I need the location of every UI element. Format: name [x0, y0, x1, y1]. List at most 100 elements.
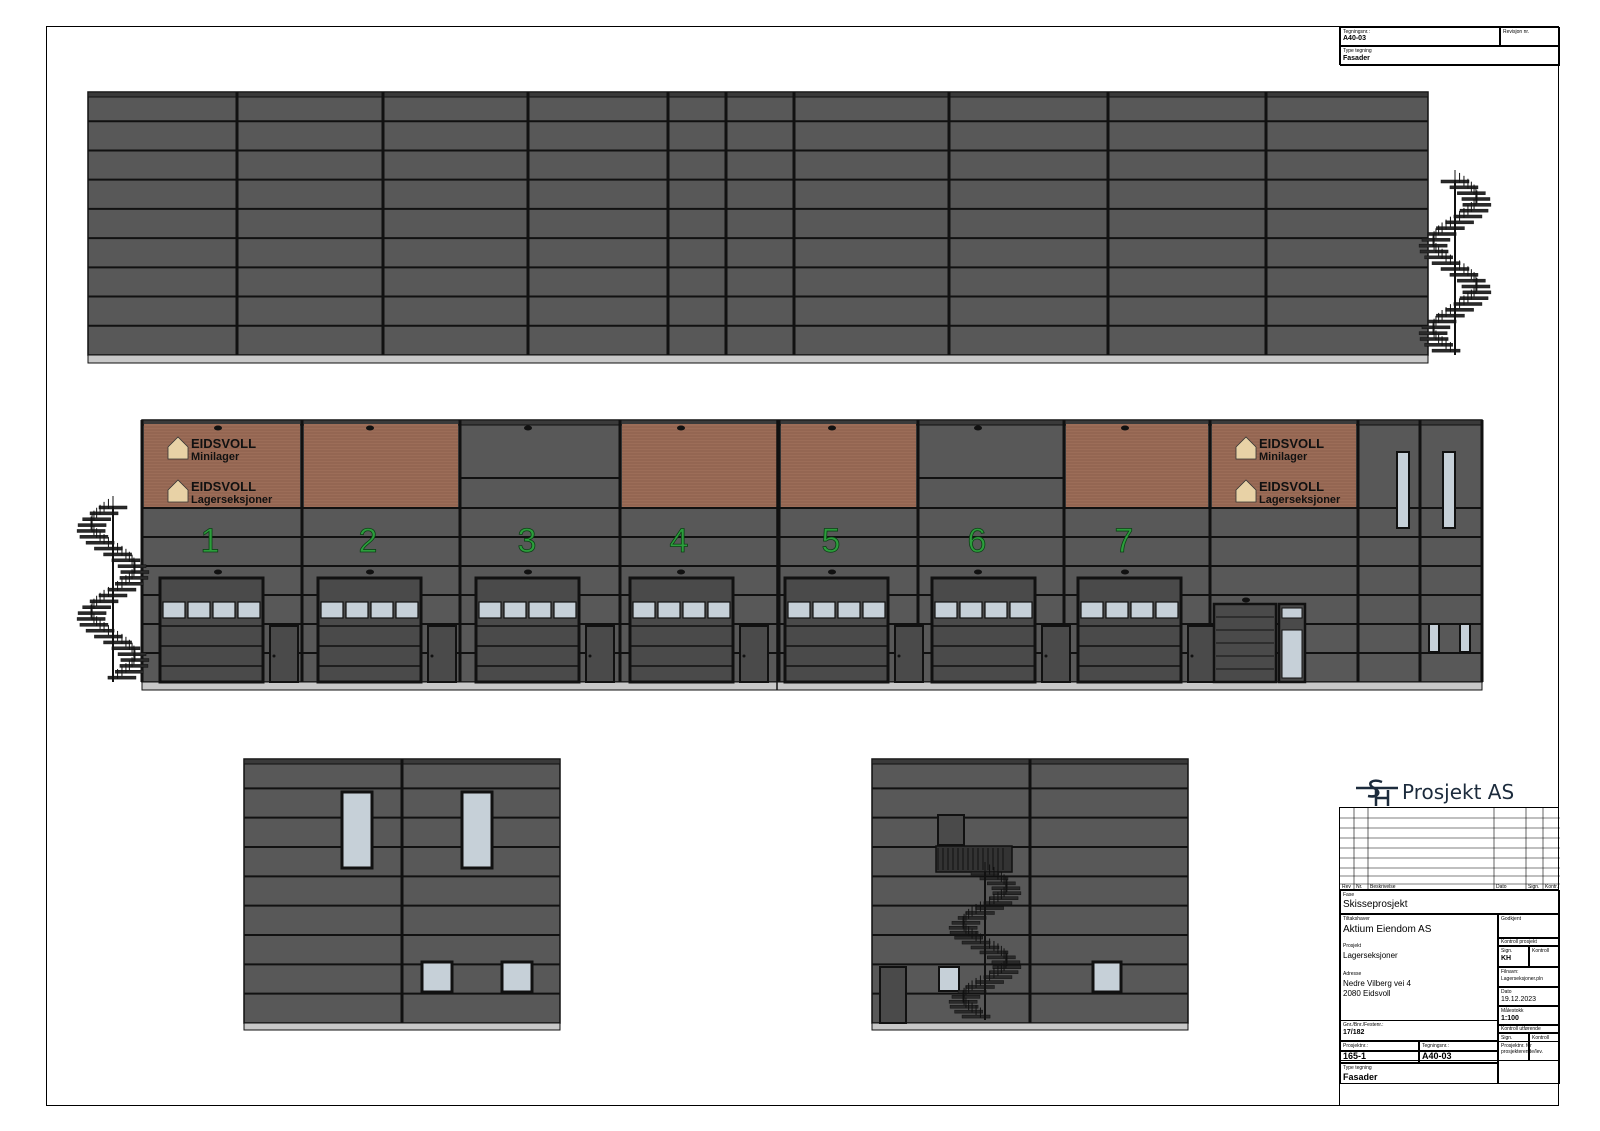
drawing-type-cell: Type tegning Fasader [1340, 46, 1560, 66]
revision-table: Rev Nr. Beskrivelse Dato Sign. Kontr. [1339, 807, 1560, 891]
stair-step [1427, 319, 1457, 324]
address-line1: Nedre Vilberg vei 4 [1343, 979, 1411, 988]
lamp-icon [974, 425, 982, 431]
stair-step [111, 646, 141, 651]
filename-cell: Filnavn: Lagerseksjoner.pln [1498, 967, 1560, 987]
stair-step [957, 916, 987, 920]
logo-mark-icon [1356, 779, 1398, 806]
stair-step [85, 628, 115, 633]
stair-step [119, 664, 149, 668]
facade-top-roofline [87, 91, 1429, 98]
door-window [162, 601, 186, 619]
side-door [894, 625, 924, 683]
door-handle-icon [1044, 654, 1048, 658]
stair-step [1424, 343, 1453, 347]
stair-step [1462, 290, 1492, 295]
door-window [812, 601, 836, 619]
door-window [503, 601, 527, 619]
door-window [707, 601, 731, 619]
stair-step [954, 935, 983, 940]
spiral-staircase [76, 496, 150, 682]
door-window [1281, 629, 1303, 679]
facade-front: 1 2 3 4 5 6 7EIDSVOLLMinilagerEIDSVOLLLagersek… [76, 419, 1484, 691]
sign-brand: EIDSVOLL [1259, 436, 1324, 451]
door-window [657, 601, 681, 619]
side-door [269, 625, 299, 683]
stair-step [1424, 255, 1453, 260]
stair-step [76, 529, 106, 533]
approved-cell: Godkjent [1498, 914, 1560, 938]
stair-step [115, 582, 144, 586]
approved-label: Godkjent [1501, 916, 1522, 922]
small-window [1428, 623, 1440, 653]
logo-text: Prosjekt AS [1402, 780, 1515, 804]
stair-step [1462, 203, 1492, 207]
projnr-note-label: Prosjektnr. for prosjekterende/lev. [1501, 1043, 1543, 1055]
side-door [1041, 625, 1071, 683]
door-window [959, 601, 983, 619]
stair-step [1445, 220, 1474, 225]
phase: Skisseprosjekt [1343, 899, 1408, 910]
scale-cell: Målestokk 1:100 [1498, 1006, 1560, 1025]
tall-window [340, 790, 374, 870]
stair-step [957, 990, 987, 994]
stair-step [103, 640, 132, 645]
lamp-icon [524, 425, 532, 431]
sign-sub: Lagerseksjoner [191, 494, 273, 506]
door-window [528, 601, 552, 619]
stair-step [1436, 226, 1465, 230]
stair-step [1421, 238, 1451, 242]
stair-step [983, 975, 1013, 979]
stair-platform [935, 845, 1013, 873]
door-window [320, 601, 344, 619]
projnr-label: Prosjektnr.: [1343, 1043, 1369, 1049]
phase-cell: Fase Skisseprosjekt [1340, 890, 1560, 914]
type: Fasader [1343, 1072, 1378, 1082]
stair-step [111, 558, 141, 563]
stair-step [1457, 278, 1486, 283]
small-window [500, 960, 534, 994]
lamp-icon [214, 569, 222, 575]
small-window [420, 960, 454, 994]
unit-number: 3 [518, 522, 537, 560]
control-project-cell: Kontroll prosjekt [1498, 938, 1560, 946]
sign-sub: Minilager [1259, 451, 1308, 463]
sign-brand: EIDSVOLL [191, 479, 256, 494]
facade-top-plinth [87, 354, 1429, 364]
small-window [1459, 623, 1471, 653]
stair-step [1453, 302, 1483, 306]
small-window [938, 966, 960, 992]
side-door [427, 625, 457, 683]
tall-window [1442, 451, 1456, 529]
door-window [345, 601, 369, 619]
unit-number: 4 [670, 522, 689, 560]
door-handle-icon [272, 654, 276, 658]
titleblock: Fase Skisseprosjekt Tiltakshaver Aktium … [1339, 890, 1560, 1106]
door-window [1130, 601, 1154, 619]
spiral-staircase [1418, 170, 1492, 355]
door-window [984, 601, 1008, 619]
door-window [1105, 601, 1129, 619]
door-window [632, 601, 656, 619]
type-label: Type tegning [1343, 1065, 1372, 1071]
projnr-cell: Prosjektnr.: 165-1 [1340, 1041, 1419, 1063]
address-line2: 2080 Eidsvoll [1343, 989, 1391, 998]
lamp-icon [1242, 597, 1250, 603]
facade-gable-right [871, 758, 1189, 1031]
drawing-type-label: Type tegning [1343, 48, 1372, 54]
stair-step [1419, 337, 1449, 341]
door-window [1281, 607, 1303, 619]
stair-step [82, 605, 111, 609]
revision-grid [1340, 808, 1560, 891]
small-window [1091, 960, 1123, 994]
stair-step [94, 634, 123, 639]
door-window [1009, 601, 1033, 619]
lamp-icon [974, 569, 982, 575]
facade-top-wall [87, 91, 1429, 356]
facade-gable-left [243, 758, 561, 1031]
upper-door [937, 814, 965, 846]
stair-step [85, 540, 115, 545]
door-window [212, 601, 236, 619]
lamp-icon [1121, 425, 1129, 431]
door-window [187, 601, 211, 619]
